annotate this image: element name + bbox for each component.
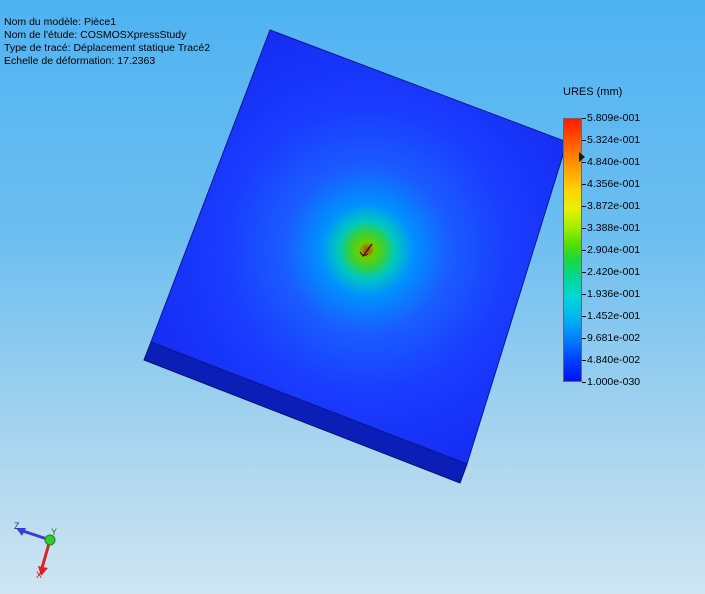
- legend-value-label: 4.356e-001: [587, 178, 641, 190]
- legend-tick: [582, 337, 586, 339]
- axis-triad: Z Y X: [14, 521, 57, 580]
- graphics-viewport[interactable]: Nom du modèle: Pièce1 Nom de l'étude: CO…: [0, 0, 705, 594]
- legend-tick: [582, 183, 586, 185]
- legend-title: URES (mm): [563, 86, 623, 98]
- plate-top-face: [150, 29, 568, 465]
- legend-tick: [582, 205, 586, 207]
- legend-value-label: 3.388e-001: [587, 222, 641, 234]
- y-axis-label: Y: [51, 527, 57, 537]
- legend-tick: [582, 117, 586, 119]
- legend-tick: [582, 139, 586, 141]
- x-axis-label: X: [36, 570, 42, 580]
- legend-value-label: 5.809e-001: [587, 112, 641, 124]
- legend-pointer-icon: [579, 152, 585, 162]
- legend-value-label: 4.840e-002: [587, 354, 641, 366]
- legend-tick: [582, 293, 586, 295]
- legend-value-label: 4.840e-001: [587, 156, 641, 168]
- result-legend: URES (mm) 5.809e-001 5.324e-001 4.840e-001…: [560, 86, 700, 396]
- legend-tick: [582, 249, 586, 251]
- legend-value-label: 5.324e-001: [587, 134, 641, 146]
- legend-value-label: 3.872e-001: [587, 200, 641, 212]
- legend-tick: [582, 227, 586, 229]
- legend-tick: [582, 271, 586, 273]
- legend-value-label: 2.904e-001: [587, 244, 641, 256]
- legend-value-label: 1.000e-030: [587, 376, 641, 388]
- legend-tick: [582, 359, 586, 361]
- legend-value-label: 1.452e-001: [587, 310, 641, 322]
- z-axis-label: Z: [14, 521, 20, 531]
- legend-value-label: 1.936e-001: [587, 288, 641, 300]
- legend-tick: [582, 315, 586, 317]
- legend-value-label: 9.681e-002: [587, 332, 641, 344]
- legend-tick: [582, 161, 586, 163]
- legend-tick: [582, 381, 586, 383]
- legend-value-label: 2.420e-001: [587, 266, 641, 278]
